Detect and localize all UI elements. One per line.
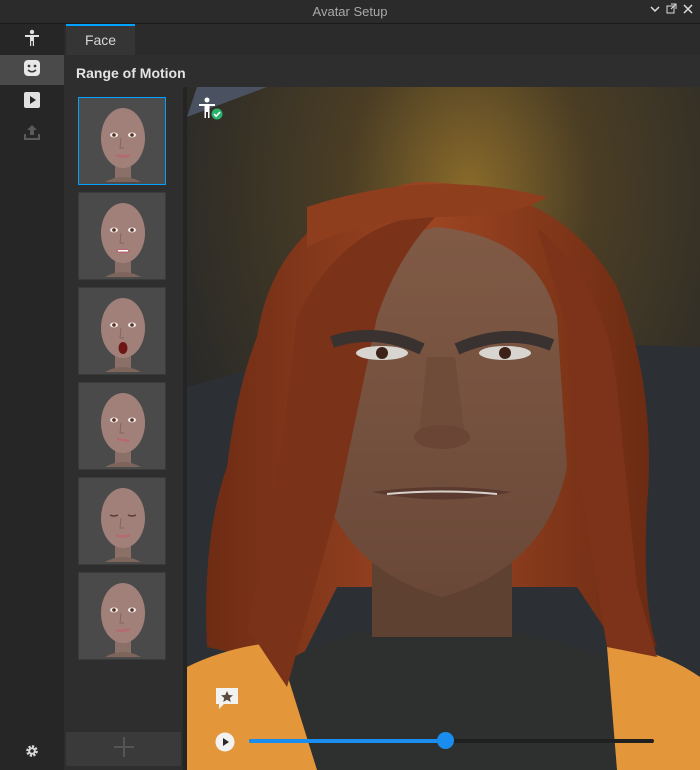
upload-icon bbox=[23, 123, 41, 146]
head-thumbnail-image bbox=[101, 393, 145, 467]
face-icon bbox=[23, 59, 41, 82]
play-icon bbox=[23, 91, 41, 114]
comment-star-icon[interactable] bbox=[214, 685, 240, 716]
tab-strip: Face bbox=[64, 24, 700, 55]
undock-icon[interactable] bbox=[666, 3, 677, 17]
rail-face-button[interactable] bbox=[0, 55, 64, 85]
plus-icon bbox=[113, 736, 135, 763]
rail-body-button[interactable] bbox=[0, 25, 64, 55]
avatar-viewport[interactable] bbox=[187, 87, 700, 770]
head-thumbnail-image bbox=[101, 583, 145, 657]
pose-thumbnail-list bbox=[64, 87, 183, 770]
chevron-down-icon[interactable] bbox=[650, 3, 660, 17]
pose-thumbnail[interactable] bbox=[78, 97, 166, 185]
tab-face[interactable]: Face bbox=[66, 24, 135, 55]
left-rail bbox=[0, 24, 64, 770]
head-thumbnail-image bbox=[101, 108, 145, 182]
settings-button[interactable] bbox=[0, 738, 64, 768]
pose-thumbnail[interactable] bbox=[78, 572, 166, 660]
close-icon[interactable] bbox=[683, 3, 693, 17]
rail-animation-button[interactable] bbox=[0, 87, 64, 117]
title-bar: Avatar Setup bbox=[0, 0, 700, 24]
add-pose-button[interactable] bbox=[66, 732, 181, 766]
rail-upload-button[interactable] bbox=[0, 119, 64, 149]
pose-thumbnail[interactable] bbox=[78, 287, 166, 375]
head-thumbnail-image bbox=[101, 298, 145, 372]
avatar-check-icon[interactable] bbox=[197, 96, 225, 127]
pose-thumbnail[interactable] bbox=[78, 477, 166, 565]
play-circle-icon[interactable] bbox=[215, 732, 235, 757]
section-title: Range of Motion bbox=[76, 65, 186, 81]
avatar-preview-image bbox=[187, 87, 700, 770]
head-thumbnail-image bbox=[101, 203, 145, 277]
pose-thumbnail[interactable] bbox=[78, 382, 166, 470]
timeline-slider[interactable] bbox=[249, 732, 654, 749]
timeline-progress bbox=[249, 739, 446, 743]
window-title: Avatar Setup bbox=[312, 4, 388, 19]
gear-icon bbox=[24, 743, 40, 764]
section-header: Range of Motion bbox=[64, 55, 700, 88]
head-thumbnail-image bbox=[101, 488, 145, 562]
body-icon bbox=[23, 29, 41, 52]
pose-thumbnail[interactable] bbox=[78, 192, 166, 280]
